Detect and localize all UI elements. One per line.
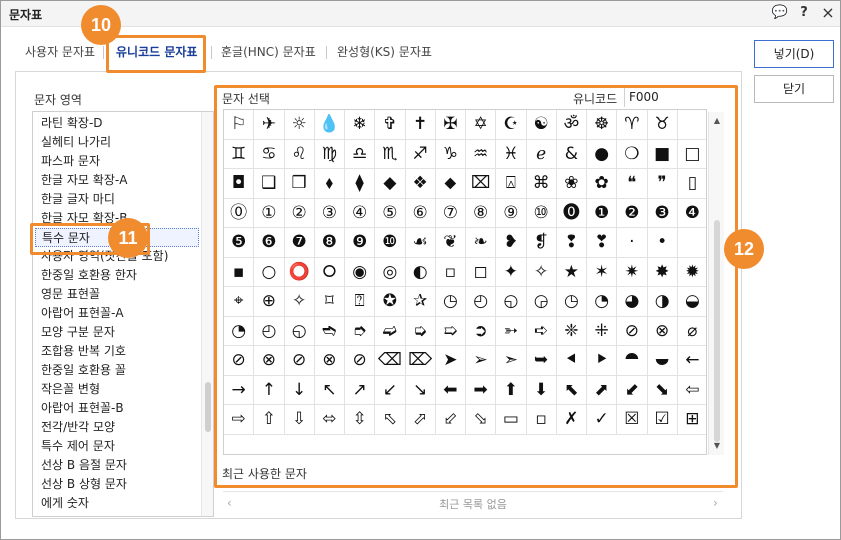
charmap-dialog: 문자표 💬 ? × 사용자 문자표 유니코드 문자표 훈글(HNC) 문자표 완… — [0, 0, 841, 540]
list-item[interactable]: 영문 표현꼴 — [41, 285, 100, 304]
recent-empty-text: 최근 목록 없음 — [439, 498, 507, 511]
list-item[interactable]: 아랍어 표현꼴-A — [41, 304, 124, 323]
list-item[interactable]: 특수 제어 문자 — [41, 437, 115, 456]
recent-next-icon[interactable]: › — [713, 496, 718, 510]
list-item[interactable]: 파스파 문자 — [41, 152, 100, 171]
list-item[interactable]: 작은꼴 변형 — [41, 380, 100, 399]
tab-divider — [326, 46, 327, 59]
tab-ks[interactable]: 완성형(KS) 문자표 — [337, 39, 432, 65]
insert-button[interactable]: 넣기(D) — [754, 40, 834, 68]
close-button[interactable]: 닫기 — [754, 75, 834, 103]
help-icon[interactable]: ? — [795, 4, 813, 22]
list-item[interactable]: 아랍어 표현꼴-B — [41, 399, 124, 418]
list-scroll-thumb[interactable] — [205, 382, 211, 432]
list-item[interactable]: 전각/반각 모양 — [41, 418, 115, 437]
badge-list: 11 — [108, 218, 148, 258]
list-scrollbar[interactable] — [201, 112, 213, 516]
tab-hnc[interactable]: 훈글(HNC) 문자표 — [221, 39, 316, 65]
list-item[interactable]: 선상 B 상형 문자 — [41, 475, 127, 494]
highlight-tab — [106, 35, 206, 73]
close-icon[interactable]: × — [819, 4, 837, 22]
area-label: 문자 영역 — [34, 93, 82, 107]
list-item[interactable]: 모양 구분 문자 — [41, 323, 115, 342]
badge-grid: 12 — [724, 229, 764, 269]
list-item[interactable]: 선상 B 음절 문자 — [41, 456, 127, 475]
highlight-grid — [214, 85, 738, 488]
recent-bar: ‹ 최근 목록 없음 › — [223, 491, 723, 515]
badge-tab: 10 — [81, 5, 121, 45]
tab-user[interactable]: 사용자 문자표 — [25, 39, 95, 65]
tab-divider — [103, 46, 104, 59]
list-item[interactable]: 한중일 호환용 한자 — [41, 266, 137, 285]
feedback-icon[interactable]: 💬 — [771, 4, 789, 22]
list-item[interactable]: 실헤티 나가리 — [41, 133, 111, 152]
tab-divider — [211, 46, 212, 59]
list-item[interactable]: 한중일 호환용 꼴 — [41, 361, 126, 380]
list-item[interactable]: 에게 숫자 — [41, 494, 89, 513]
list-item[interactable]: 라틴 확장-D — [41, 114, 103, 133]
list-item[interactable]: 한글 글자 마디 — [41, 190, 115, 209]
list-item[interactable]: 조합용 반복 기호 — [41, 342, 126, 361]
area-list[interactable]: 라틴 확장-D 실헤티 나가리 파스파 문자 한글 자모 확장-A 한글 글자 마디 한글… — [32, 111, 214, 517]
list-item[interactable]: 한글 자모 확장-A — [41, 171, 127, 190]
window-title: 문자표 — [9, 8, 43, 22]
title-bar: 문자표 💬 ? × — [1, 1, 840, 27]
